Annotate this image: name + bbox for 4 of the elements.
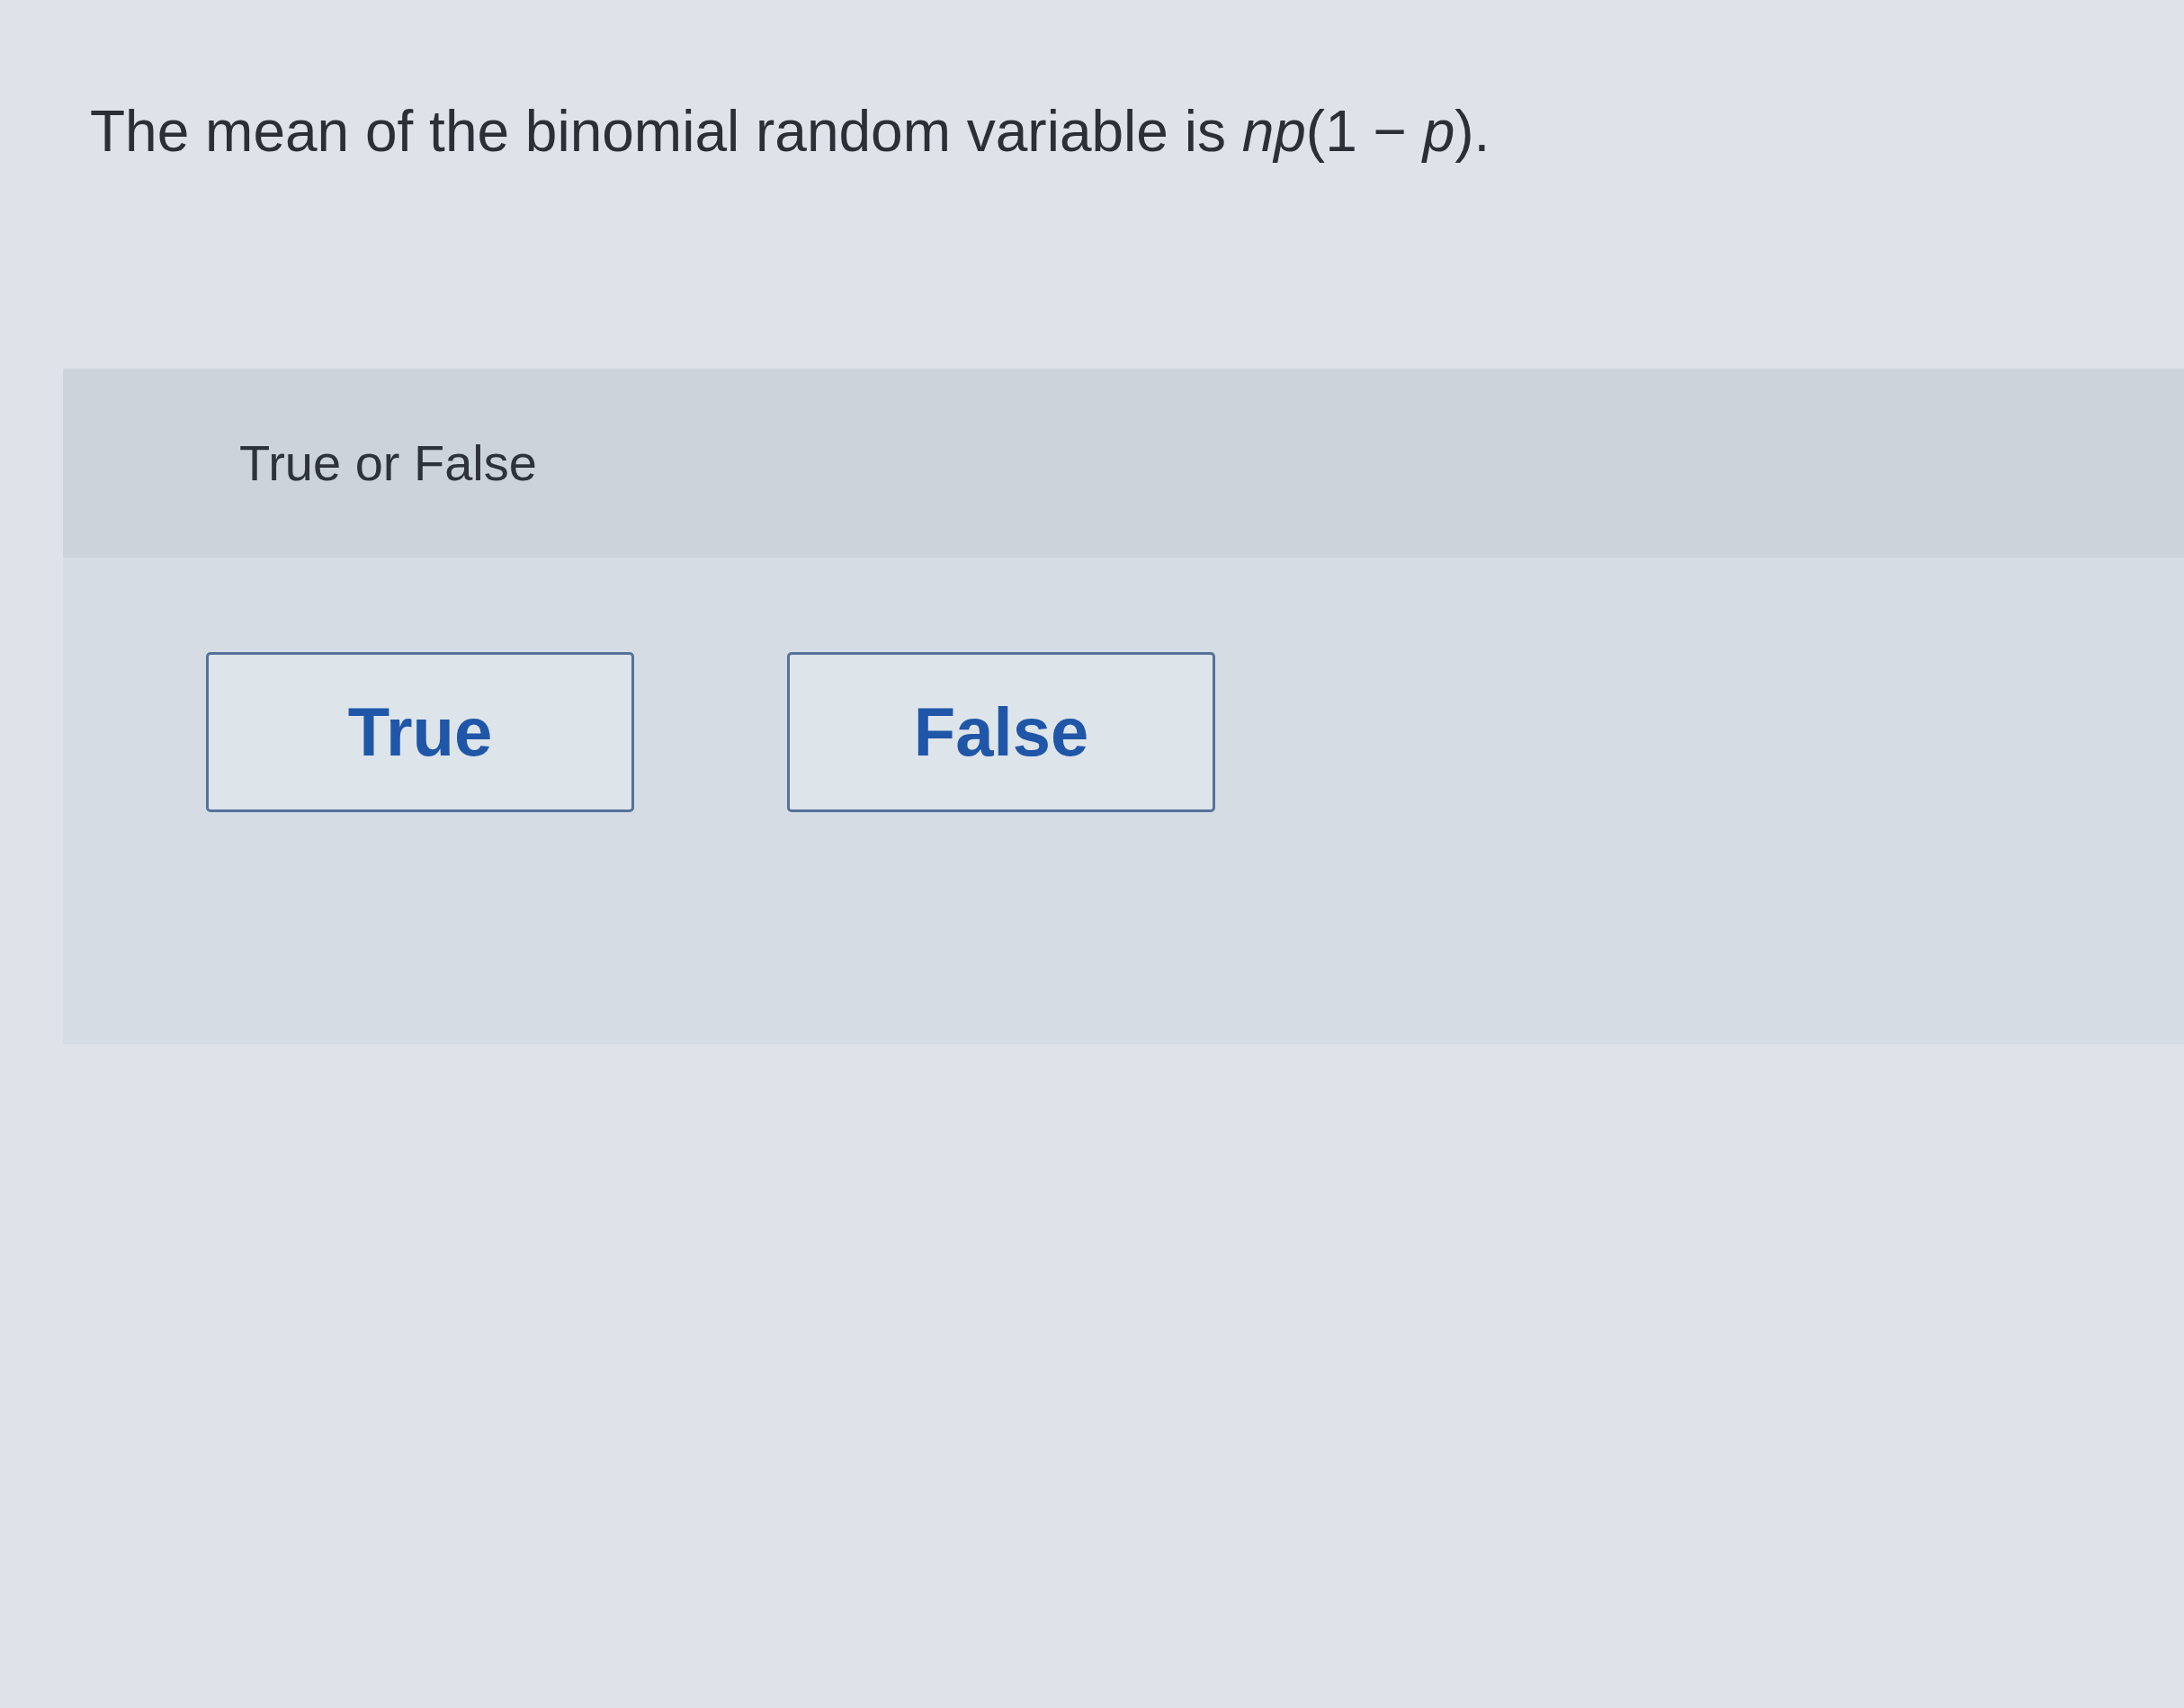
answer-option[interactable]: False (787, 652, 1215, 812)
prompt-text: True or False (239, 434, 537, 493)
answer-option[interactable]: True (206, 652, 634, 812)
question-text: The mean of the binomial random variable is np(1 − p). (90, 98, 1490, 165)
